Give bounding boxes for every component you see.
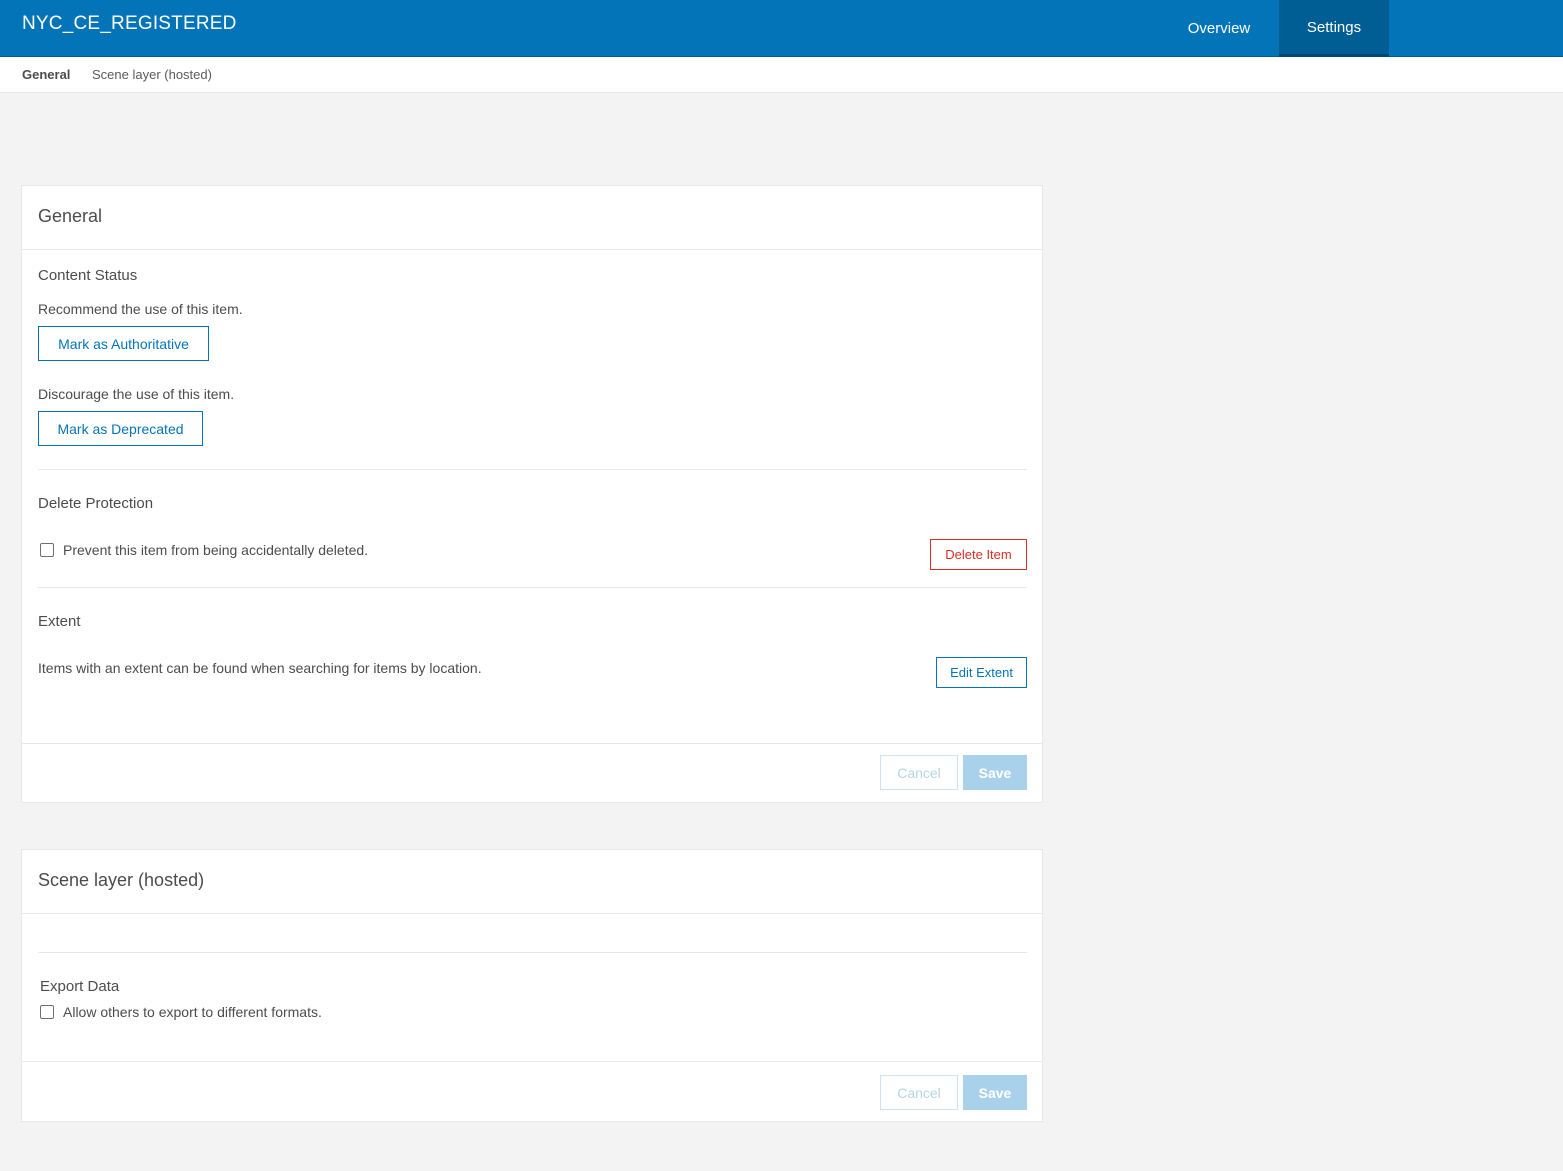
card-title-general: General [38,206,103,226]
settings-subnav: General Scene layer (hosted) [0,57,1563,93]
delete-protection-heading: Delete Protection [38,495,154,512]
export-data-option: Allow others to export to different form… [40,1004,322,1020]
top-navigation-bar: NYC_CE_REGISTERED Overview Settings [0,0,1563,57]
section-divider [38,587,1027,588]
card-footer-divider [22,743,1042,744]
extent-description: Items with an extent can be found when s… [38,660,482,676]
cancel-button[interactable]: Cancel [880,755,958,790]
delete-protection-checkbox[interactable] [40,543,54,557]
section-divider [38,952,1027,953]
content-status-heading: Content Status [38,267,138,284]
save-button[interactable]: Save [963,755,1027,790]
export-data-heading: Export Data [40,978,120,995]
subnav-item-general[interactable]: General [22,67,70,82]
export-data-checkbox[interactable] [40,1005,54,1019]
cancel-button[interactable]: Cancel [880,1075,958,1110]
general-settings-card: General Content Status Recommend the use… [21,185,1043,803]
subnav-item-scene-layer[interactable]: Scene layer (hosted) [92,67,212,82]
export-data-label: Allow others to export to different form… [63,1004,322,1020]
discourage-description: Discourage the use of this item. [38,386,235,402]
card-footer-divider [22,1061,1042,1062]
tab-overview[interactable]: Overview [1160,0,1278,57]
scene-layer-settings-card: Scene layer (hosted) Export Data Allow o… [21,849,1043,1122]
section-divider [38,469,1027,470]
extent-heading: Extent [38,613,81,630]
card-title-scene-layer: Scene layer (hosted) [38,870,205,890]
edit-extent-button[interactable]: Edit Extent [936,657,1027,688]
save-button[interactable]: Save [963,1075,1027,1110]
card-header: General [22,186,1042,250]
delete-item-button[interactable]: Delete Item [930,539,1027,570]
mark-deprecated-button[interactable]: Mark as Deprecated [38,411,203,446]
delete-protection-option: Prevent this item from being accidentall… [40,542,368,558]
delete-protection-label: Prevent this item from being accidentall… [63,542,369,558]
item-title: NYC_CE_REGISTERED [22,13,237,34]
card-header: Scene layer (hosted) [22,850,1042,914]
tab-settings[interactable]: Settings [1279,0,1389,57]
recommend-description: Recommend the use of this item. [38,301,243,317]
mark-authoritative-button[interactable]: Mark as Authoritative [38,326,209,361]
